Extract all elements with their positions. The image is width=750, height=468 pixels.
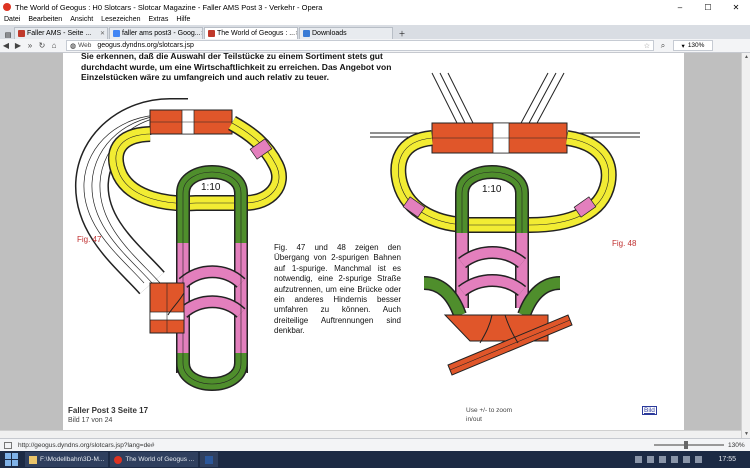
page-favicon-icon	[18, 30, 25, 37]
network-icon[interactable]	[683, 456, 691, 463]
opera-logo-icon	[3, 3, 11, 11]
panel-toggle-icon[interactable]	[4, 441, 12, 449]
tab-label: faller ams post3 - Goog...	[122, 30, 201, 37]
scroll-down-icon[interactable]: ▼	[742, 431, 750, 437]
search-icon[interactable]: ⌕	[657, 41, 669, 51]
home-icon[interactable]: ⌂	[48, 41, 60, 50]
close-tab-icon[interactable]: ✕	[201, 30, 202, 37]
new-tab-icon[interactable]: ＋	[396, 29, 408, 39]
back-icon[interactable]: ◀	[0, 41, 12, 50]
maximize-button[interactable]: ☐	[694, 3, 722, 12]
downloads-icon	[303, 30, 310, 37]
opera-icon	[114, 455, 123, 464]
google-favicon-icon	[113, 30, 120, 37]
close-button[interactable]: ✕	[722, 3, 750, 12]
folder-icon	[29, 455, 37, 464]
menu-extras[interactable]: Extras	[148, 16, 168, 23]
title-bar: The World of Geogus : H0 Slotcars - Slot…	[0, 0, 750, 14]
tab-google-search[interactable]: faller ams post3 - Goog... ✕	[109, 27, 203, 39]
tab-label: The World of Geogus : ...	[217, 30, 296, 37]
bild-link[interactable]: Bild	[642, 406, 657, 415]
tray-icon[interactable]	[635, 456, 643, 463]
tab-downloads[interactable]: Downloads	[299, 27, 393, 39]
reload-icon[interactable]: ↻	[36, 41, 48, 50]
zoom-slider-knob[interactable]	[684, 441, 688, 449]
status-url: http://geogus.dyndns.org/slotcars.jsp?la…	[18, 441, 155, 449]
minimize-button[interactable]: –	[666, 3, 694, 12]
zoom-down-icon[interactable]: ▾	[682, 42, 685, 50]
taskbar-item-word[interactable]	[200, 452, 219, 467]
taskbar-item-label: The World of Geogus ...	[125, 456, 195, 463]
slide-counter: Bild 17 von 24	[68, 417, 113, 424]
menu-bearbeiten[interactable]: Bearbeiten	[28, 16, 62, 23]
volume-icon[interactable]	[695, 456, 703, 463]
tray-icon[interactable]	[671, 456, 679, 463]
scroll-up-icon[interactable]: ▲	[742, 54, 750, 60]
address-web-label: Web	[78, 42, 92, 49]
word-icon	[205, 455, 214, 464]
vertical-scrollbar[interactable]: ▲ ▼	[741, 53, 750, 438]
taskbar-item-explorer[interactable]: F:\Modellbahn\3D-M...	[25, 452, 109, 467]
fig48-scale-label: 1:10	[482, 184, 502, 195]
globe-icon: ◍	[70, 42, 77, 50]
web-content: Sie erkennen, daß die Auswahl der Teilst…	[0, 53, 750, 438]
tab-label: Downloads	[312, 30, 347, 37]
window-title: The World of Geogus : H0 Slotcars - Slot…	[15, 2, 323, 12]
tab-world-of-geogus[interactable]: The World of Geogus : ... ✕	[204, 27, 298, 39]
tab-bar: ▤ Faller AMS - Seite ... ✕ faller ams po…	[0, 25, 750, 39]
close-tab-icon[interactable]: ✕	[295, 30, 297, 37]
fig48-track-layout	[370, 72, 640, 376]
tray-icon[interactable]	[659, 456, 667, 463]
tab-panel-icon[interactable]: ▤	[2, 31, 14, 39]
taskbar: F:\Modellbahn\3D-M... The World of Geogu…	[0, 451, 750, 468]
bookmark-star-icon[interactable]: ☆	[644, 42, 650, 50]
menu-hilfe[interactable]: Hilfe	[176, 16, 190, 23]
address-bar: ◀ ▶ » ↻ ⌂ ◍ Web geogus.dyndns.org/slotca…	[0, 39, 750, 53]
slide-title: Faller Post 3 Seite 17	[68, 406, 149, 415]
fig47-track-layout	[75, 98, 287, 391]
menu-bar: Datei Bearbeiten Ansicht Lesezeichen Ext…	[0, 14, 750, 25]
page-favicon-icon	[208, 30, 215, 37]
menu-datei[interactable]: Datei	[4, 16, 20, 23]
zoom-slider[interactable]	[654, 441, 724, 449]
zoom-hint: Use +/- to zoom in/out	[466, 407, 513, 423]
menu-lesezeichen[interactable]: Lesezeichen	[101, 16, 140, 23]
address-url: geogus.dyndns.org/slotcars.jsp	[97, 42, 194, 49]
system-tray	[635, 456, 703, 463]
tab-label: Faller AMS - Seite ...	[27, 30, 92, 37]
menu-ansicht[interactable]: Ansicht	[70, 16, 93, 23]
fig47-label: Fig. 47	[77, 235, 102, 244]
fast-forward-icon[interactable]: »	[24, 41, 36, 50]
fig48-label: Fig. 48	[612, 239, 637, 248]
address-field[interactable]: ◍ Web geogus.dyndns.org/slotcars.jsp ☆	[66, 40, 654, 51]
tab-faller-ams[interactable]: Faller AMS - Seite ... ✕	[14, 27, 108, 39]
zoom-control[interactable]: ▾ 130%	[673, 40, 713, 51]
clock: 17:55	[718, 456, 736, 463]
taskbar-item-opera[interactable]: The World of Geogus ...	[110, 452, 199, 467]
status-bar: http://geogus.dyndns.org/slotcars.jsp?la…	[0, 438, 750, 451]
start-button[interactable]	[3, 453, 19, 467]
figure-caption: Fig. 47 und 48 zeigen den Übergang von 2…	[274, 243, 401, 336]
close-tab-icon[interactable]: ✕	[100, 30, 105, 37]
horizontal-scrollbar[interactable]	[0, 430, 741, 438]
status-zoom-value: 130%	[728, 441, 745, 449]
tray-icon[interactable]	[647, 456, 655, 463]
taskbar-item-label: F:\Modellbahn\3D-M...	[40, 456, 105, 463]
zoom-value: 130%	[687, 42, 705, 49]
fig47-scale-label: 1:10	[201, 182, 221, 193]
forward-icon[interactable]: ▶	[12, 41, 24, 50]
